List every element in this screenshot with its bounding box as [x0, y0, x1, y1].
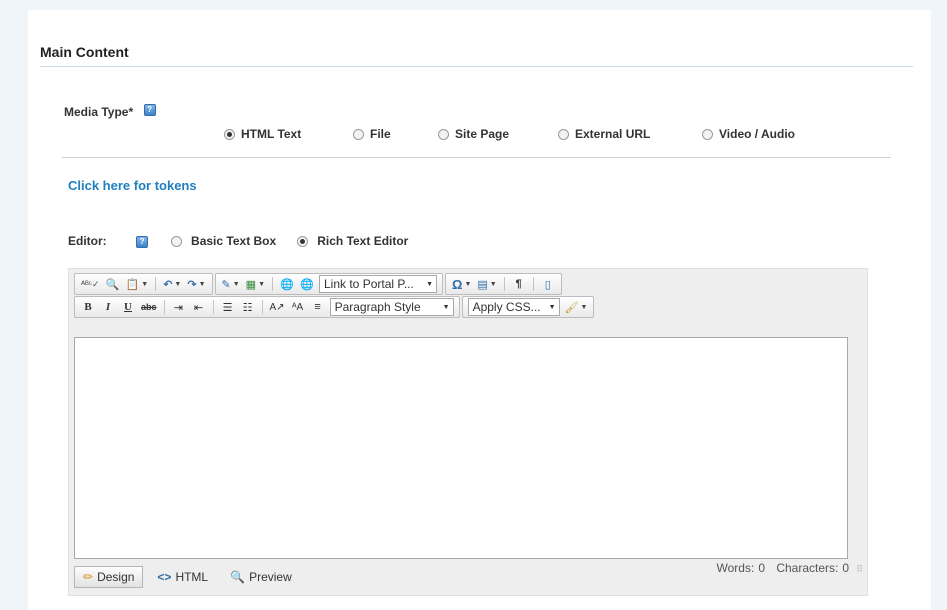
bold-icon[interactable]: B — [79, 298, 97, 316]
editor-label: Editor: — [68, 234, 107, 248]
main-content-panel: Main Content Media Type* ? HTML Text Fil… — [28, 10, 931, 610]
characters-label: Characters: — [776, 561, 839, 575]
special-char-icon[interactable]: Ω ▼ — [450, 275, 473, 293]
toolbar-group: ✎ ▼ ▦ ▼ 🌐 🌐 Link to Portal P... ▼ — [214, 273, 443, 295]
toolbar-row-2: B I U abc ⇥ ⇤ ☰ ☷ A↗ ᴬA ≡ Paragraph Styl… — [74, 296, 596, 318]
chevron-down-icon: ▼ — [442, 303, 450, 311]
align-icon[interactable]: ≡ — [309, 298, 327, 316]
find-icon[interactable]: 🔍 — [104, 275, 122, 293]
tokens-link[interactable]: Click here for tokens — [68, 178, 197, 193]
words-label: Words: — [716, 561, 755, 575]
radio-icon[interactable] — [224, 129, 235, 141]
link-to-portal-select[interactable]: Link to Portal P... ▼ — [319, 275, 437, 293]
editor-option-rich[interactable]: Rich Text Editor — [317, 234, 408, 248]
format-stripper-icon[interactable]: 🖌 ▼ — [563, 298, 590, 316]
module-icon[interactable]: ▯ — [539, 275, 557, 293]
toolbar-group: Apply CSS... ▼ 🖌 ▼ — [461, 296, 595, 318]
media-type-label-group: Media Type* ? — [64, 103, 156, 121]
media-option-video-audio[interactable]: Video / Audio — [702, 127, 795, 141]
magnifier-icon: 🔍 — [230, 570, 246, 584]
media-option-site-page[interactable]: Site Page — [438, 127, 509, 141]
media-option-html-text[interactable]: HTML Text — [224, 127, 301, 141]
help-icon[interactable]: ? — [143, 104, 156, 117]
font-size-icon[interactable]: ᴬA — [289, 298, 307, 316]
redo-icon[interactable]: ↷ ▼ — [185, 275, 207, 293]
design-mode-tab[interactable]: ✏ Design — [74, 566, 144, 588]
indent-icon[interactable]: ⇥ — [170, 298, 188, 316]
editor-option-basic[interactable]: Basic Text Box — [191, 234, 276, 248]
media-divider — [62, 157, 891, 158]
toolbar-group: Ω ▼ ▤ ▼ ¶ ▯ — [445, 273, 562, 295]
toolbar-separator — [212, 300, 214, 314]
superscript-icon[interactable]: A↗ — [268, 298, 287, 316]
toolbar-separator — [532, 277, 534, 291]
image-icon[interactable]: ▦ ▼ — [244, 275, 267, 293]
ordered-list-icon[interactable]: ☰ — [219, 298, 237, 316]
radio-icon[interactable] — [353, 129, 364, 141]
editor-content-area[interactable] — [74, 337, 848, 559]
radio-icon[interactable] — [438, 129, 449, 141]
radio-icon[interactable] — [170, 236, 182, 248]
radio-icon[interactable] — [702, 129, 713, 141]
characters-count: 0 — [842, 561, 850, 575]
unordered-list-icon[interactable]: ☷ — [239, 298, 257, 316]
radio-icon[interactable] — [296, 236, 308, 248]
eraser-icon[interactable]: ✎ ▼ — [220, 275, 242, 293]
table-icon[interactable]: ▤ ▼ — [475, 275, 498, 293]
media-option-external-url[interactable]: External URL — [558, 127, 650, 141]
paragraph-mark-icon[interactable]: ¶ — [510, 275, 528, 293]
rich-text-editor: ᴬᴮᶜ✓ 🔍 📋 ▼ ↶ ▼ ↷ ▼ ✎ ▼ ▦ ▼ 🌐 🌐 Link to Portal… — [68, 268, 868, 596]
words-count: 0 — [758, 561, 765, 575]
radio-icon[interactable] — [558, 129, 569, 141]
apply-css-select[interactable]: Apply CSS... ▼ — [467, 298, 560, 316]
toolbar-separator — [503, 277, 505, 291]
editor-choice-row: Editor: ? Basic Text Box Rich Text Edito… — [68, 234, 408, 248]
underline-icon[interactable]: U — [119, 298, 137, 316]
italic-icon[interactable]: I — [99, 298, 117, 316]
toolbar-separator — [163, 300, 165, 314]
editor-mode-bar: ✏ Design <> HTML 🔍 Preview — [74, 565, 306, 589]
strikethrough-icon[interactable]: abc — [139, 298, 159, 316]
unlink-icon[interactable]: 🌐 — [298, 275, 316, 293]
editor-stats: Words: 0 Characters: 0 ⠿ — [713, 561, 863, 575]
toolbar-group: ᴬᴮᶜ✓ 🔍 📋 ▼ ↶ ▼ ↷ ▼ — [74, 273, 213, 295]
media-type-label: Media Type* — [64, 105, 134, 119]
media-option-file[interactable]: File — [353, 127, 391, 141]
paste-icon[interactable]: 📋 ▼ — [124, 275, 151, 293]
toolbar-group: B I U abc ⇥ ⇤ ☰ ☷ A↗ ᴬA ≡ Paragraph Styl… — [74, 296, 460, 318]
help-icon[interactable]: ? — [136, 235, 149, 248]
section-title: Main Content — [40, 44, 129, 60]
preview-mode-tab[interactable]: 🔍 Preview — [222, 566, 300, 588]
paragraph-style-select[interactable]: Paragraph Style ▼ — [329, 298, 454, 316]
link-icon[interactable]: 🌐 — [278, 275, 296, 293]
section-divider — [40, 66, 913, 67]
outdent-icon[interactable]: ⇤ — [190, 298, 208, 316]
chevron-down-icon: ▼ — [548, 303, 556, 311]
code-icon: <> — [157, 570, 172, 584]
html-mode-tab[interactable]: <> HTML — [149, 566, 216, 588]
toolbar-separator — [155, 277, 157, 291]
pencil-icon: ✏ — [83, 570, 94, 584]
toolbar-row-1: ᴬᴮᶜ✓ 🔍 📋 ▼ ↶ ▼ ↷ ▼ ✎ ▼ ▦ ▼ 🌐 🌐 Link to Portal… — [74, 273, 564, 295]
toolbar-separator — [272, 277, 273, 291]
resize-grip-icon[interactable]: ⠿ — [856, 564, 863, 574]
spellcheck-icon[interactable]: ᴬᴮᶜ✓ — [79, 275, 102, 293]
toolbar-separator — [261, 300, 263, 314]
undo-icon[interactable]: ↶ ▼ — [161, 275, 183, 293]
chevron-down-icon: ▼ — [426, 280, 433, 288]
